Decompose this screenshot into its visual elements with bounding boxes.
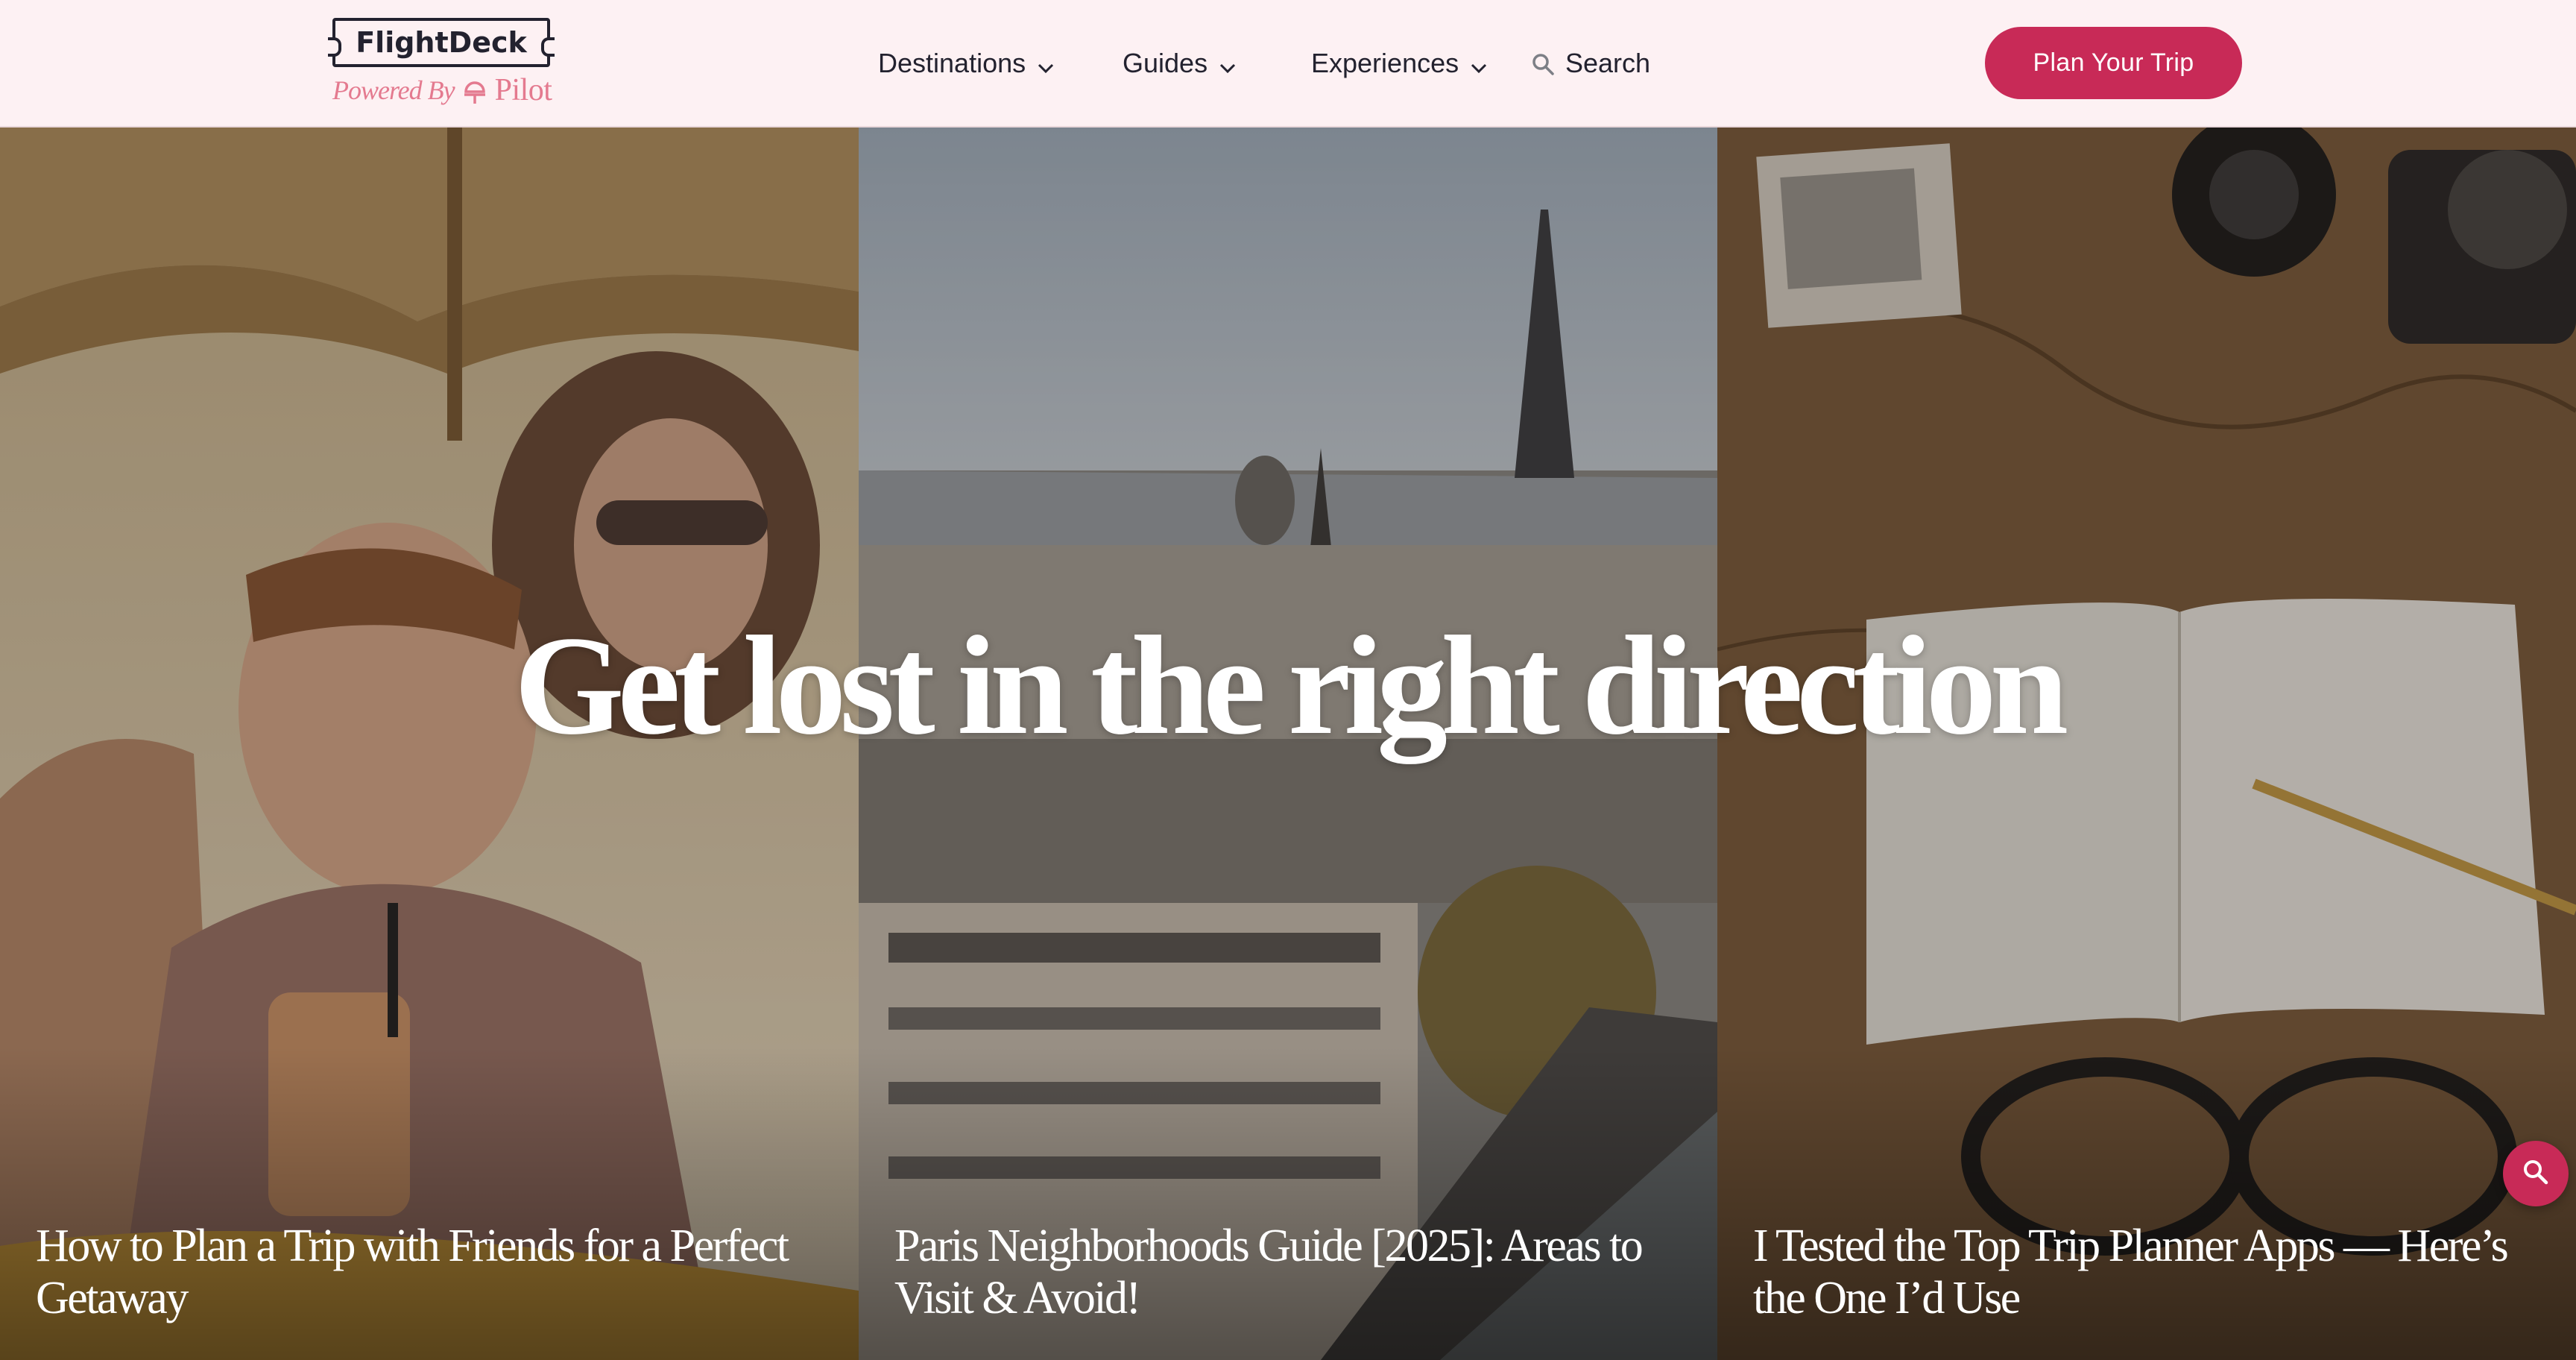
nav-search[interactable]: Search bbox=[1531, 36, 1650, 91]
chevron-down-icon bbox=[1036, 54, 1055, 74]
logo-wordmark: FlightDeck bbox=[328, 18, 555, 67]
article-title[interactable]: I Tested the Top Trip Planner Apps — Her… bbox=[1753, 1220, 2546, 1324]
nav-experiences[interactable]: Experiences bbox=[1311, 36, 1489, 91]
site-logo[interactable]: FlightDeck Powered By Pilot bbox=[328, 15, 556, 109]
nav-destinations[interactable]: Destinations bbox=[878, 36, 1055, 91]
search-icon bbox=[2521, 1157, 2551, 1191]
article-card-trip-planner-apps[interactable]: I Tested the Top Trip Planner Apps — Her… bbox=[1717, 128, 2576, 1360]
plan-trip-button[interactable]: Plan Your Trip bbox=[1985, 27, 2242, 99]
article-card-friends-trip[interactable]: How to Plan a Trip with Friends for a Pe… bbox=[0, 128, 859, 1360]
pilot-logo-icon bbox=[462, 75, 487, 105]
article-card-paris-guide[interactable]: Paris Neighborhoods Guide [2025]: Areas … bbox=[859, 128, 1717, 1360]
chevron-down-icon bbox=[1218, 54, 1237, 74]
nav-search-label: Search bbox=[1565, 48, 1651, 78]
pilot-name: Pilot bbox=[494, 73, 552, 107]
chevron-down-icon bbox=[1469, 54, 1489, 74]
nav-guides-label: Guides bbox=[1123, 48, 1208, 78]
article-title[interactable]: Paris Neighborhoods Guide [2025]: Areas … bbox=[894, 1220, 1688, 1324]
floating-search-button[interactable] bbox=[2503, 1141, 2569, 1206]
article-title[interactable]: How to Plan a Trip with Friends for a Pe… bbox=[36, 1220, 829, 1324]
nav-experiences-label: Experiences bbox=[1311, 48, 1459, 78]
powered-by-text: Powered By bbox=[332, 75, 455, 105]
nav-destinations-label: Destinations bbox=[878, 48, 1026, 78]
nav-guides[interactable]: Guides bbox=[1123, 36, 1237, 91]
powered-by-pilot: Powered By Pilot bbox=[332, 72, 564, 109]
site-header: FlightDeck Powered By Pilot Destinations… bbox=[0, 0, 2576, 128]
search-icon bbox=[1531, 51, 1555, 75]
